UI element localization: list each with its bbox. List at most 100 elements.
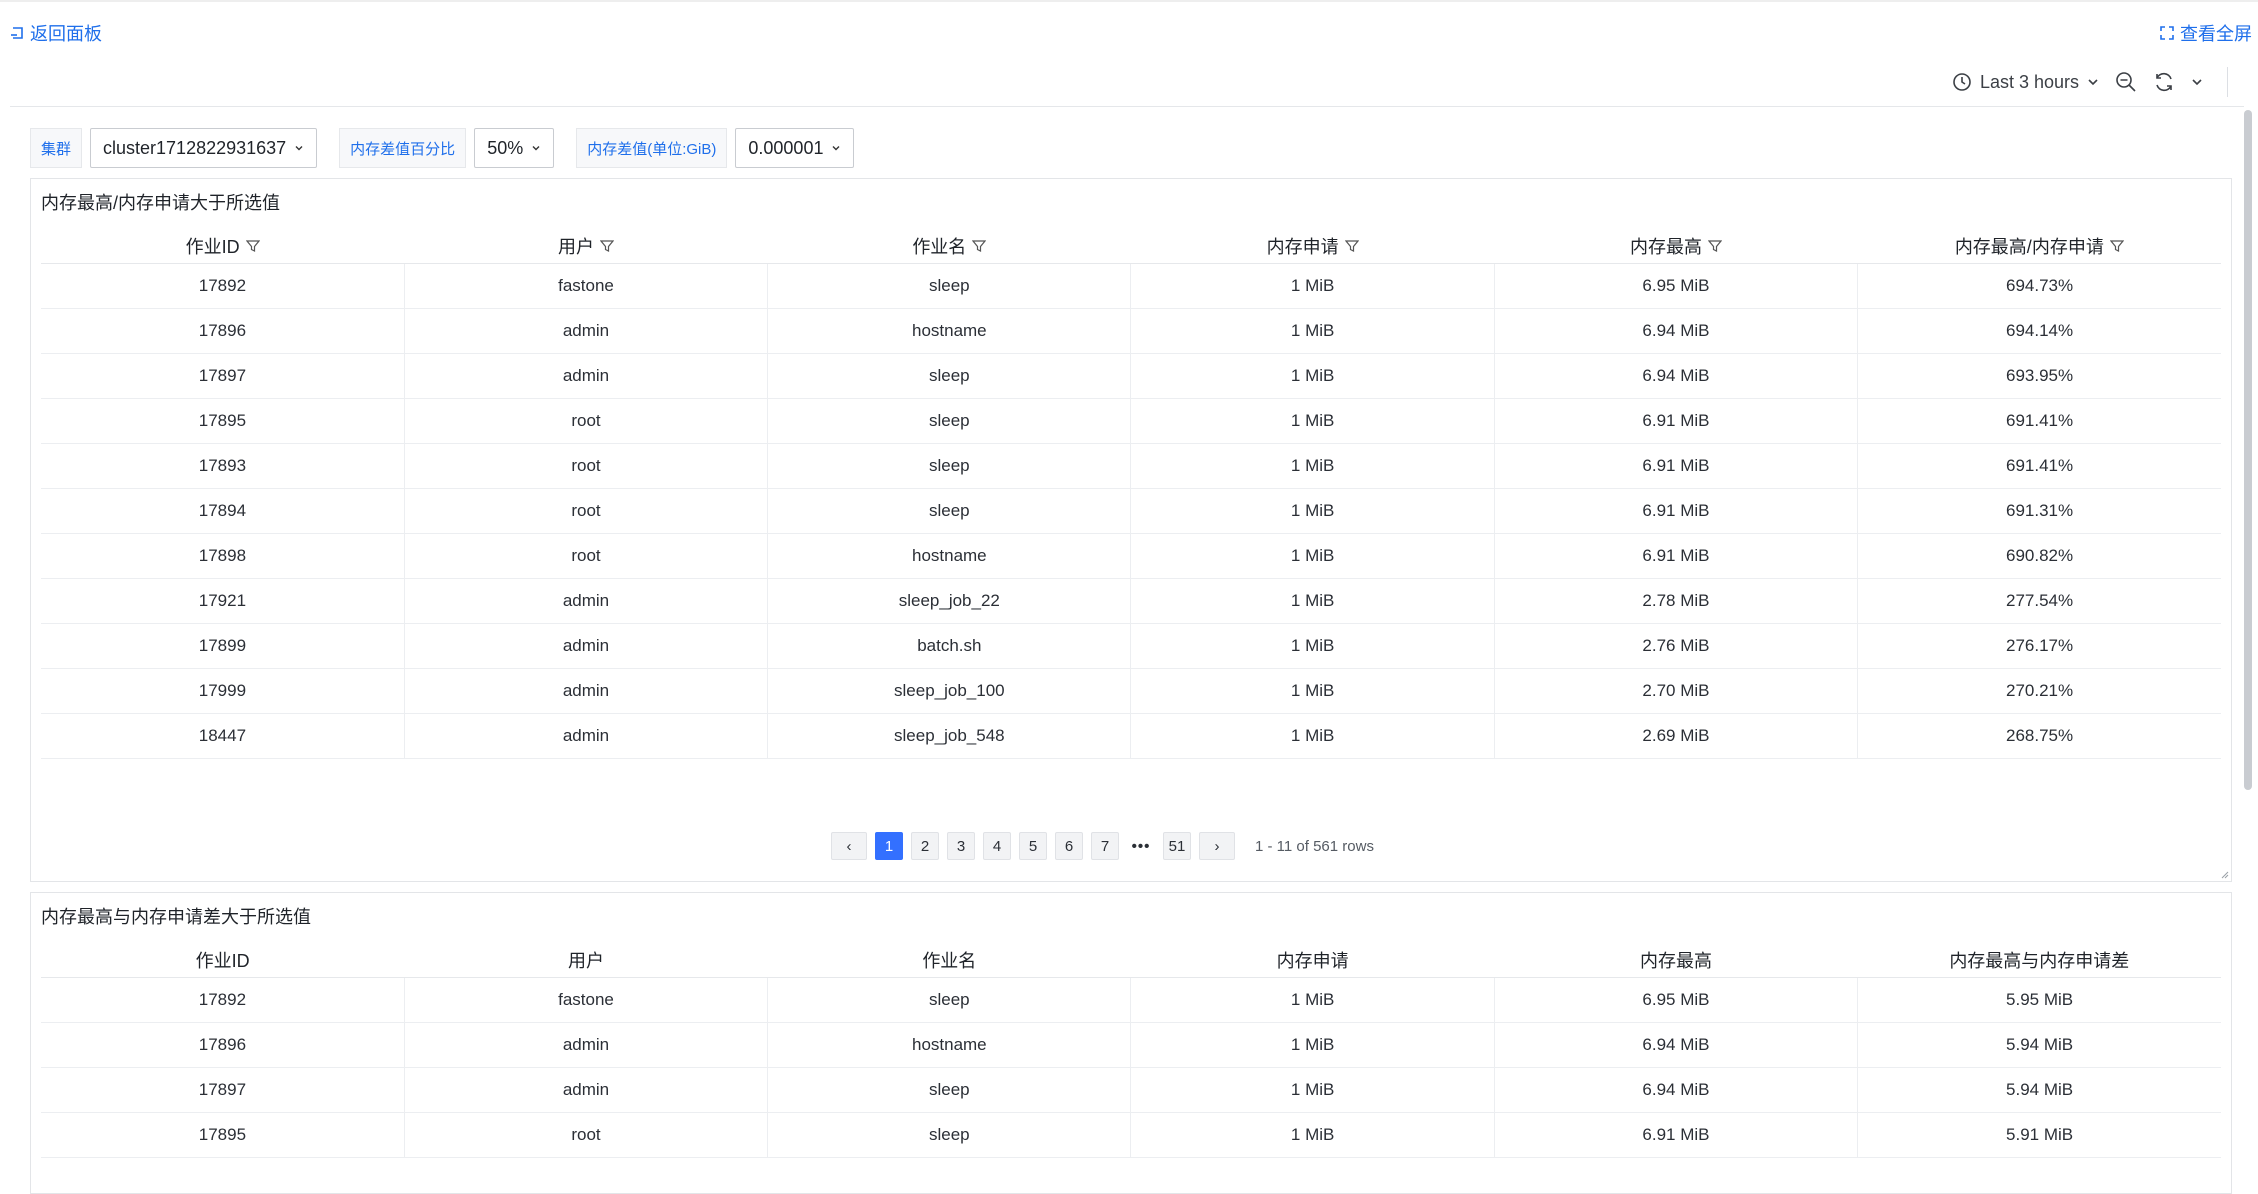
table-row: 17895 root sleep 1 MiB 6.91 MiB 691.41% xyxy=(41,398,2221,444)
refresh-button[interactable] xyxy=(2153,71,2175,93)
back-icon xyxy=(11,27,23,39)
column-header-job-name[interactable]: 作业名 xyxy=(767,229,1131,264)
fullscreen-icon xyxy=(2160,26,2174,40)
memory-percent-filter-label: 内存差值百分比 xyxy=(339,128,467,168)
page-ellipsis[interactable]: ••• xyxy=(1127,832,1155,860)
top-border xyxy=(0,0,2258,2)
cell-job-id: 17896 xyxy=(41,308,405,354)
cell-memory-max: 2.70 MiB xyxy=(1494,668,1859,714)
difference-table-panel: 内存最高与内存申请差大于所选值 作业ID 用户 作业名 内存申请 内存最高 内存… xyxy=(30,892,2232,1194)
prev-page-button[interactable]: ‹ xyxy=(831,832,867,860)
ratio-table: 作业ID 用户 作业名 内存申请 内存最高 内存最高/内存申请 17892 fas… xyxy=(41,229,2221,759)
vertical-scrollbar[interactable] xyxy=(2244,110,2252,790)
cell-memory-max: 6.91 MiB xyxy=(1494,488,1859,534)
cell-memory-max: 6.91 MiB xyxy=(1494,443,1859,489)
table-row: 17892 fastone sleep 1 MiB 6.95 MiB 694.73% xyxy=(41,263,2221,309)
cluster-filter-label: 集群 xyxy=(30,128,83,168)
column-header-user[interactable]: 用户 xyxy=(404,943,768,978)
column-header-label: 内存最高/内存申请 xyxy=(1954,237,2104,257)
cell-difference: 5.95 MiB xyxy=(1857,977,2221,1023)
cell-user: root xyxy=(404,533,769,579)
filter-icon[interactable] xyxy=(1707,239,1722,253)
cluster-value: cluster1712822931637 xyxy=(103,137,287,158)
cell-user: root xyxy=(404,488,769,534)
cell-memory-max: 6.94 MiB xyxy=(1494,308,1859,354)
cell-job-id: 17894 xyxy=(41,488,405,534)
table-row: 17999 admin sleep_job_100 1 MiB 2.70 MiB 270.… xyxy=(41,668,2221,714)
refresh-icon xyxy=(2156,72,2172,92)
column-header-memory-requested[interactable]: 内存申请 xyxy=(1130,943,1495,978)
page-button-6[interactable]: 6 xyxy=(1055,832,1083,860)
filter-icon[interactable] xyxy=(2109,239,2124,253)
cell-job-name: sleep xyxy=(767,353,1132,399)
memory-percent-select[interactable]: 50% xyxy=(474,128,555,168)
column-header-job-id[interactable]: 作业ID xyxy=(41,943,405,978)
cell-memory-max: 2.76 MiB xyxy=(1494,623,1859,669)
cell-memory-requested: 1 MiB xyxy=(1130,578,1495,624)
page-button-last[interactable]: 51 xyxy=(1163,832,1191,860)
cell-job-id: 17897 xyxy=(41,353,405,399)
cell-user: admin xyxy=(404,668,769,714)
column-header-memory-max[interactable]: 内存最高 xyxy=(1494,229,1858,264)
toolbar-divider xyxy=(2227,67,2228,97)
cell-job-id: 17892 xyxy=(41,263,405,309)
page-button-5[interactable]: 5 xyxy=(1019,832,1047,860)
next-page-button[interactable]: › xyxy=(1199,832,1235,860)
chevron-down-icon xyxy=(832,146,840,151)
cluster-select[interactable]: cluster1712822931637 xyxy=(90,128,318,168)
table-row: 17898 root hostname 1 MiB 6.91 MiB 690.82% xyxy=(41,533,2221,579)
filter-icon[interactable] xyxy=(245,239,260,253)
filter-icon[interactable] xyxy=(1344,239,1359,253)
cell-job-name: sleep xyxy=(767,443,1132,489)
page-button-2[interactable]: 2 xyxy=(911,832,939,860)
cell-job-id: 17892 xyxy=(41,977,405,1023)
cell-job-id: 17921 xyxy=(41,578,405,624)
resize-handle-icon[interactable] xyxy=(2219,869,2229,879)
column-header-difference[interactable]: 内存最高与内存申请差 xyxy=(1857,943,2221,978)
memory-diff-select[interactable]: 0.000001 xyxy=(735,128,855,168)
refresh-interval-dropdown[interactable] xyxy=(2191,76,2203,88)
column-header-memory-requested[interactable]: 内存申请 xyxy=(1130,229,1495,264)
clock-icon xyxy=(1953,73,1971,91)
column-header-ratio[interactable]: 内存最高/内存申请 xyxy=(1857,229,2221,264)
column-header-memory-max[interactable]: 内存最高 xyxy=(1494,943,1858,978)
page-button-4[interactable]: 4 xyxy=(983,832,1011,860)
page-button-3[interactable]: 3 xyxy=(947,832,975,860)
column-header-job-name[interactable]: 作业名 xyxy=(767,943,1131,978)
cell-job-id: 17895 xyxy=(41,398,405,444)
filter-icon[interactable] xyxy=(972,239,987,253)
cell-user: admin xyxy=(404,353,769,399)
cell-job-name: sleep_job_22 xyxy=(767,578,1132,624)
zoom-out-button[interactable] xyxy=(2115,71,2137,93)
cell-user: admin xyxy=(404,1022,769,1068)
cell-job-name: sleep xyxy=(767,977,1132,1023)
table-row: 17893 root sleep 1 MiB 6.91 MiB 691.41% xyxy=(41,443,2221,489)
cell-memory-max: 6.94 MiB xyxy=(1494,1067,1859,1113)
pagination-info: 1 - 11 of 561 rows xyxy=(1255,837,1374,855)
time-toolbar: Last 3 hours xyxy=(1952,66,2228,98)
cell-ratio: 690.82% xyxy=(1857,533,2221,579)
column-header-job-id[interactable]: 作业ID xyxy=(41,229,405,264)
fullscreen-label: 查看全屏 xyxy=(2180,24,2252,44)
fullscreen-link[interactable]: 查看全屏 xyxy=(2160,20,2252,46)
time-range-picker[interactable]: Last 3 hours xyxy=(1952,72,2099,93)
table-header-row: 作业ID 用户 作业名 内存申请 内存最高 内存最高/内存申请 xyxy=(41,229,2221,264)
cell-ratio: 691.31% xyxy=(1857,488,2221,534)
column-header-user[interactable]: 用户 xyxy=(404,229,768,264)
column-header-label: 内存申请 xyxy=(1266,237,1339,257)
cell-memory-requested: 1 MiB xyxy=(1130,713,1495,759)
cell-memory-requested: 1 MiB xyxy=(1130,443,1495,489)
page-button-1[interactable]: 1 xyxy=(875,832,903,860)
cell-job-id: 17896 xyxy=(41,1022,405,1068)
cell-memory-max: 6.94 MiB xyxy=(1494,353,1859,399)
column-header-label: 用户 xyxy=(557,237,594,257)
table-row: 17921 admin sleep_job_22 1 MiB 2.78 MiB 277.5… xyxy=(41,578,2221,624)
back-to-dashboard-link[interactable]: 返回面板 xyxy=(10,20,102,46)
table-row: 17899 admin batch.sh 1 MiB 2.76 MiB 276.17% xyxy=(41,623,2221,669)
cell-job-name: sleep_job_548 xyxy=(767,713,1132,759)
column-header-label: 作业ID xyxy=(185,237,240,257)
filter-icon[interactable] xyxy=(599,239,614,253)
cell-memory-requested: 1 MiB xyxy=(1130,1112,1495,1158)
page-button-7[interactable]: 7 xyxy=(1091,832,1119,860)
cell-user: root xyxy=(404,443,769,489)
